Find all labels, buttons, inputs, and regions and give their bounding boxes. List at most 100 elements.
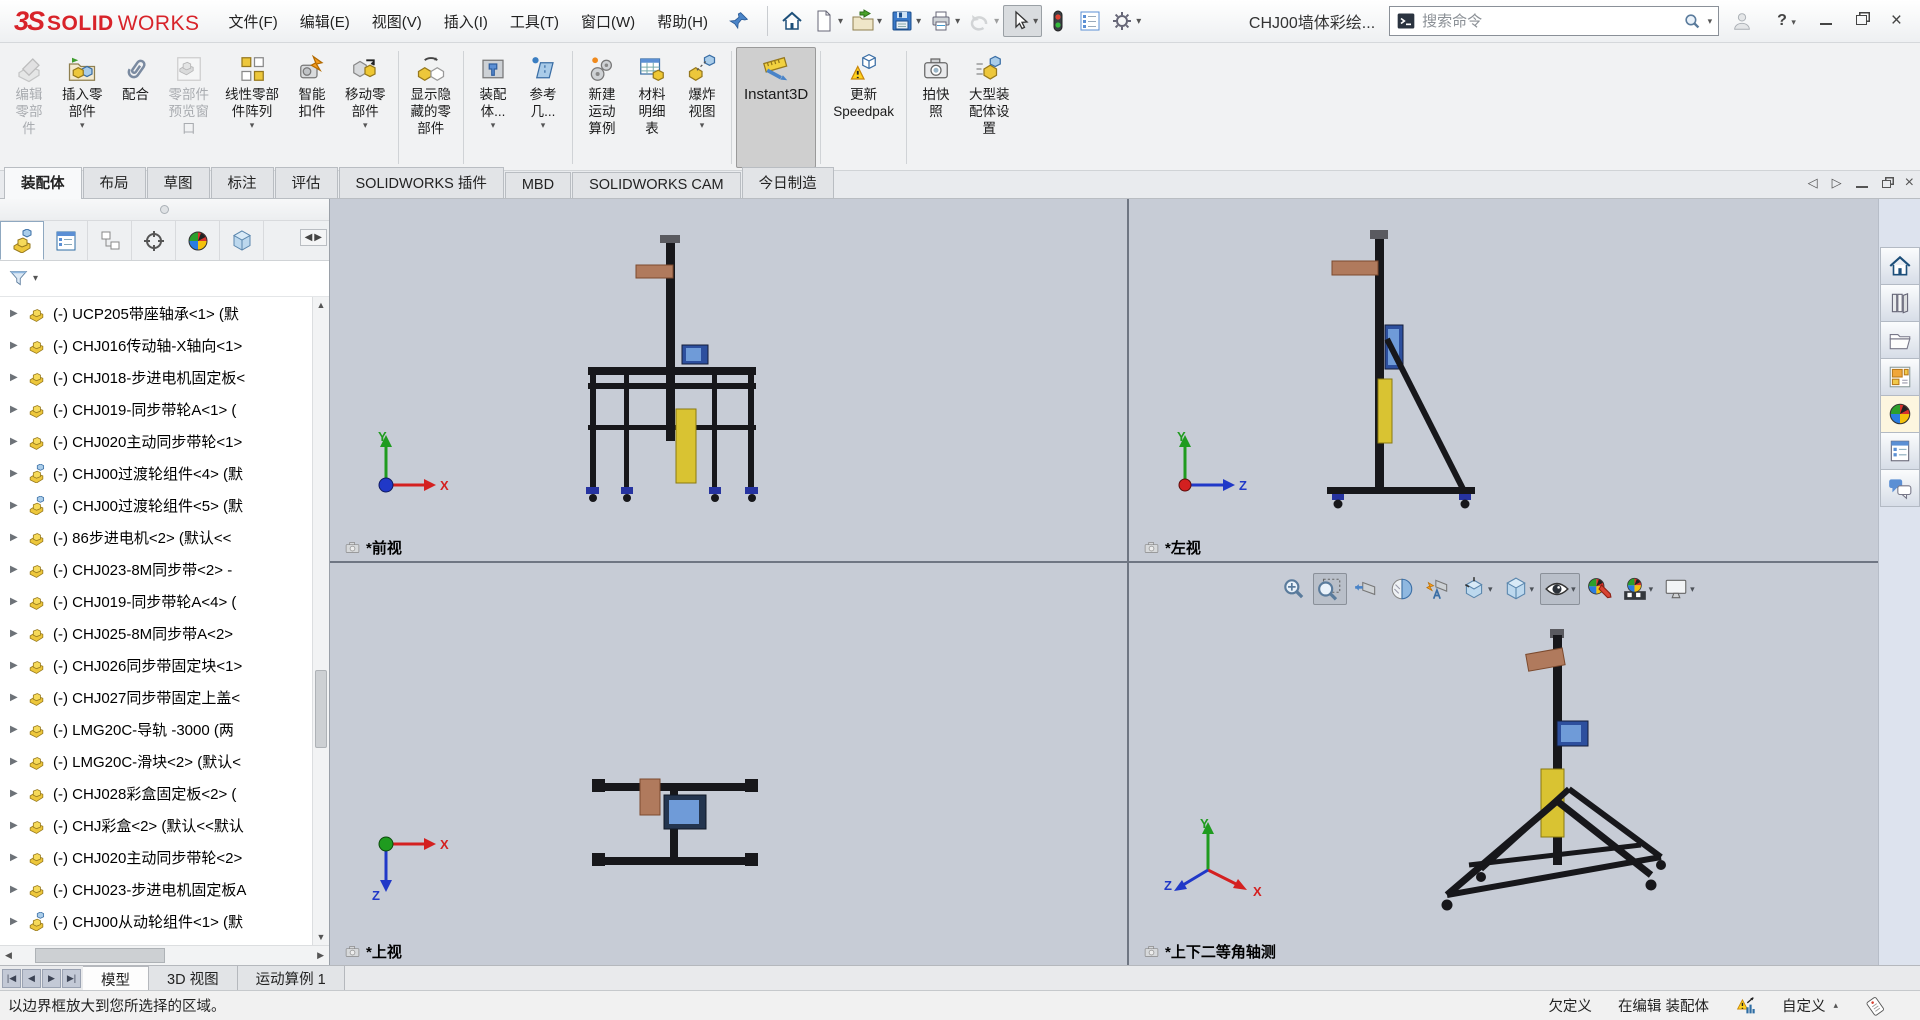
dropdown-caret-icon[interactable]: ▾	[838, 16, 843, 27]
expand-arrow-icon[interactable]: ▶	[10, 788, 20, 799]
tree-item[interactable]: ▶ (-) CHJ020主动同步带轮<2>	[0, 841, 329, 873]
display-style-icon[interactable]: ▾	[1499, 573, 1539, 605]
menubar-item[interactable]: 窗口(W)	[570, 5, 646, 38]
restore-button[interactable]	[1844, 8, 1879, 34]
tree-item[interactable]: ▶ (-) CHJ019-同步带轮A<4> (	[0, 585, 329, 617]
ribbon-button-update-speedpak[interactable]: 更新 Speedpak	[825, 47, 902, 168]
expand-arrow-icon[interactable]: ▶	[10, 724, 20, 735]
model-tab[interactable]: 3D 视图	[149, 966, 238, 990]
tree-item[interactable]: ▶ (-) CHJ016传动轴-X轴向<1>	[0, 329, 329, 361]
menubar-item[interactable]: 文件(F)	[218, 5, 289, 38]
featuremanager-tree-tab[interactable]	[0, 221, 44, 260]
home-icon[interactable]	[776, 5, 808, 37]
menubar-item[interactable]: 编辑(E)	[289, 5, 361, 38]
ribbon-button-smart-fasteners[interactable]: 智能 扣件	[287, 47, 337, 168]
expand-arrow-icon[interactable]: ▶	[10, 308, 20, 319]
tree-item[interactable]: ▶ (-) CHJ彩盒<2> (默认<<默认	[0, 809, 329, 841]
appearances-icon[interactable]	[1879, 395, 1920, 433]
dropdown-caret-icon[interactable]: ▾	[1571, 584, 1576, 595]
tree-item[interactable]: ▶ (-) CHJ026同步带固定块<1>	[0, 649, 329, 681]
doc-restore-icon[interactable]	[1881, 176, 1891, 191]
expand-arrow-icon[interactable]: ▶	[10, 628, 20, 639]
propertymanager-tab[interactable]	[44, 221, 88, 260]
tree-item[interactable]: ▶ (-) CHJ019-同步带轮A<1> (	[0, 393, 329, 425]
expand-arrow-icon[interactable]: ▶	[10, 404, 20, 415]
performance-warning-icon[interactable]	[1735, 995, 1756, 1016]
dropdown-caret-icon[interactable]: ▾	[1690, 584, 1695, 595]
displaymanager-tab[interactable]	[176, 221, 220, 260]
expand-arrow-icon[interactable]: ▶	[10, 916, 20, 927]
previous-window-icon[interactable]: ◁	[1808, 175, 1818, 191]
dropdown-caret-icon[interactable]: ▾	[1033, 16, 1038, 27]
panel-tabs-scroll-right-icon[interactable]: ▶	[314, 232, 322, 243]
tree-item[interactable]: ▶ (-) CHJ028彩盒固定板<2> (	[0, 777, 329, 809]
command-tab[interactable]: 装配体	[4, 167, 82, 199]
expand-arrow-icon[interactable]: ▶	[10, 660, 20, 671]
print-icon[interactable]: ▾	[925, 5, 964, 37]
dropdown-caret-icon[interactable]: ▾	[994, 16, 999, 27]
dropdown-caret-icon[interactable]: ▾	[1530, 584, 1535, 595]
ribbon-button-move-component[interactable]: 移动零 部件 ▾	[337, 47, 394, 168]
close-button[interactable]: ×	[1879, 6, 1914, 36]
tree-item[interactable]: ▶ (-) CHJ00过渡轮组件<4> (默	[0, 457, 329, 489]
viewport-front[interactable]: Y X *前视	[330, 199, 1127, 561]
expand-arrow-icon[interactable]: ▶	[10, 436, 20, 447]
tree-item[interactable]: ▶ (-) CHJ023-8M同步带<2> -	[0, 553, 329, 585]
expand-arrow-icon[interactable]: ▶	[10, 532, 20, 543]
dropdown-caret-icon[interactable]: ▾	[250, 120, 255, 130]
taskpane-home-icon[interactable]	[1879, 247, 1920, 285]
section-view-icon[interactable]	[1385, 573, 1419, 605]
dropdown-caret-icon[interactable]: ▾	[1136, 16, 1141, 27]
view-settings-icon[interactable]: ▾	[1659, 573, 1699, 605]
next-tab-icon[interactable]: ▶	[42, 968, 61, 988]
ribbon-button-bom[interactable]: 材料 明细表	[627, 47, 677, 168]
dropdown-caret-icon[interactable]: ▾	[955, 16, 960, 27]
view-palette-icon[interactable]	[1879, 358, 1920, 396]
expand-arrow-icon[interactable]: ▶	[10, 500, 20, 511]
tag-icon[interactable]	[1864, 995, 1886, 1017]
design-library-icon[interactable]	[1879, 284, 1920, 322]
ribbon-button-snapshot[interactable]: 拍快照	[911, 47, 961, 168]
command-tab[interactable]: SOLIDWORKS 插件	[338, 167, 504, 198]
expand-arrow-icon[interactable]: ▶	[10, 884, 20, 895]
ribbon-button-linear-pattern[interactable]: 线性零部 件阵列 ▾	[217, 47, 287, 168]
menubar-item[interactable]: 帮助(H)	[646, 5, 719, 38]
tree-item[interactable]: ▶ (-) UCP205带座轴承<1> (默	[0, 297, 329, 329]
scroll-down-icon[interactable]: ▼	[317, 929, 326, 945]
file-explorer-icon[interactable]	[1879, 321, 1920, 359]
viewport-isometric[interactable]: ▾ ▾ ▾ ▾ ▾ Y X Z *上下二等角轴测	[1129, 563, 1878, 965]
dropdown-caret-icon[interactable]: ▾	[363, 120, 368, 130]
help-button[interactable]: ? ▾	[1765, 8, 1808, 34]
viewport-left[interactable]: Y Z *左视	[1129, 199, 1878, 561]
command-tab[interactable]: MBD	[504, 172, 572, 198]
apply-scene-icon[interactable]: ▾	[1618, 573, 1658, 605]
dropdown-caret-icon[interactable]: ▾	[700, 120, 705, 130]
forum-icon[interactable]	[1879, 469, 1920, 507]
expand-arrow-icon[interactable]: ▶	[10, 692, 20, 703]
ribbon-button-exploded-view[interactable]: 爆炸 视图 ▾	[677, 47, 727, 168]
panel-splitter[interactable]	[0, 199, 329, 221]
doc-close-icon[interactable]: ×	[1905, 174, 1914, 192]
expand-arrow-icon[interactable]: ▶	[10, 820, 20, 831]
open-icon[interactable]: ▾	[847, 5, 886, 37]
expand-arrow-icon[interactable]: ▶	[10, 372, 20, 383]
ribbon-button-mate[interactable]: 配合	[111, 47, 161, 168]
model-tab[interactable]: 运动算例 1	[237, 966, 345, 990]
settings-gear-icon[interactable]: ▾	[1106, 5, 1145, 37]
user-account-icon[interactable]	[1719, 6, 1765, 36]
dropdown-caret-icon[interactable]: ▾	[80, 120, 85, 130]
last-tab-icon[interactable]: ▶|	[62, 968, 81, 988]
dynamic-annotation-icon[interactable]	[1421, 573, 1455, 605]
dropdown-caret-icon[interactable]: ▾	[1649, 584, 1654, 595]
tree-item[interactable]: ▶ (-) CHJ025-8M同步带A<2>	[0, 617, 329, 649]
scroll-left-icon[interactable]: ◀	[0, 950, 17, 961]
tree-item[interactable]: ▶ (-) LMG20C-导轨 -3000 (两	[0, 713, 329, 745]
zoom-to-area-icon[interactable]	[1313, 573, 1347, 605]
hscroll-thumb[interactable]	[34, 948, 165, 963]
scroll-right-icon[interactable]: ▶	[312, 950, 329, 961]
tree-item[interactable]: ▶ (-) CHJ020主动同步带轮<1>	[0, 425, 329, 457]
dimxpertmanager-tab[interactable]	[132, 221, 176, 260]
next-window-icon[interactable]: ▷	[1832, 175, 1842, 191]
tree-item[interactable]: ▶ (-) 86步进电机<2> (默认<<	[0, 521, 329, 553]
menubar-item[interactable]: 插入(I)	[433, 5, 499, 38]
